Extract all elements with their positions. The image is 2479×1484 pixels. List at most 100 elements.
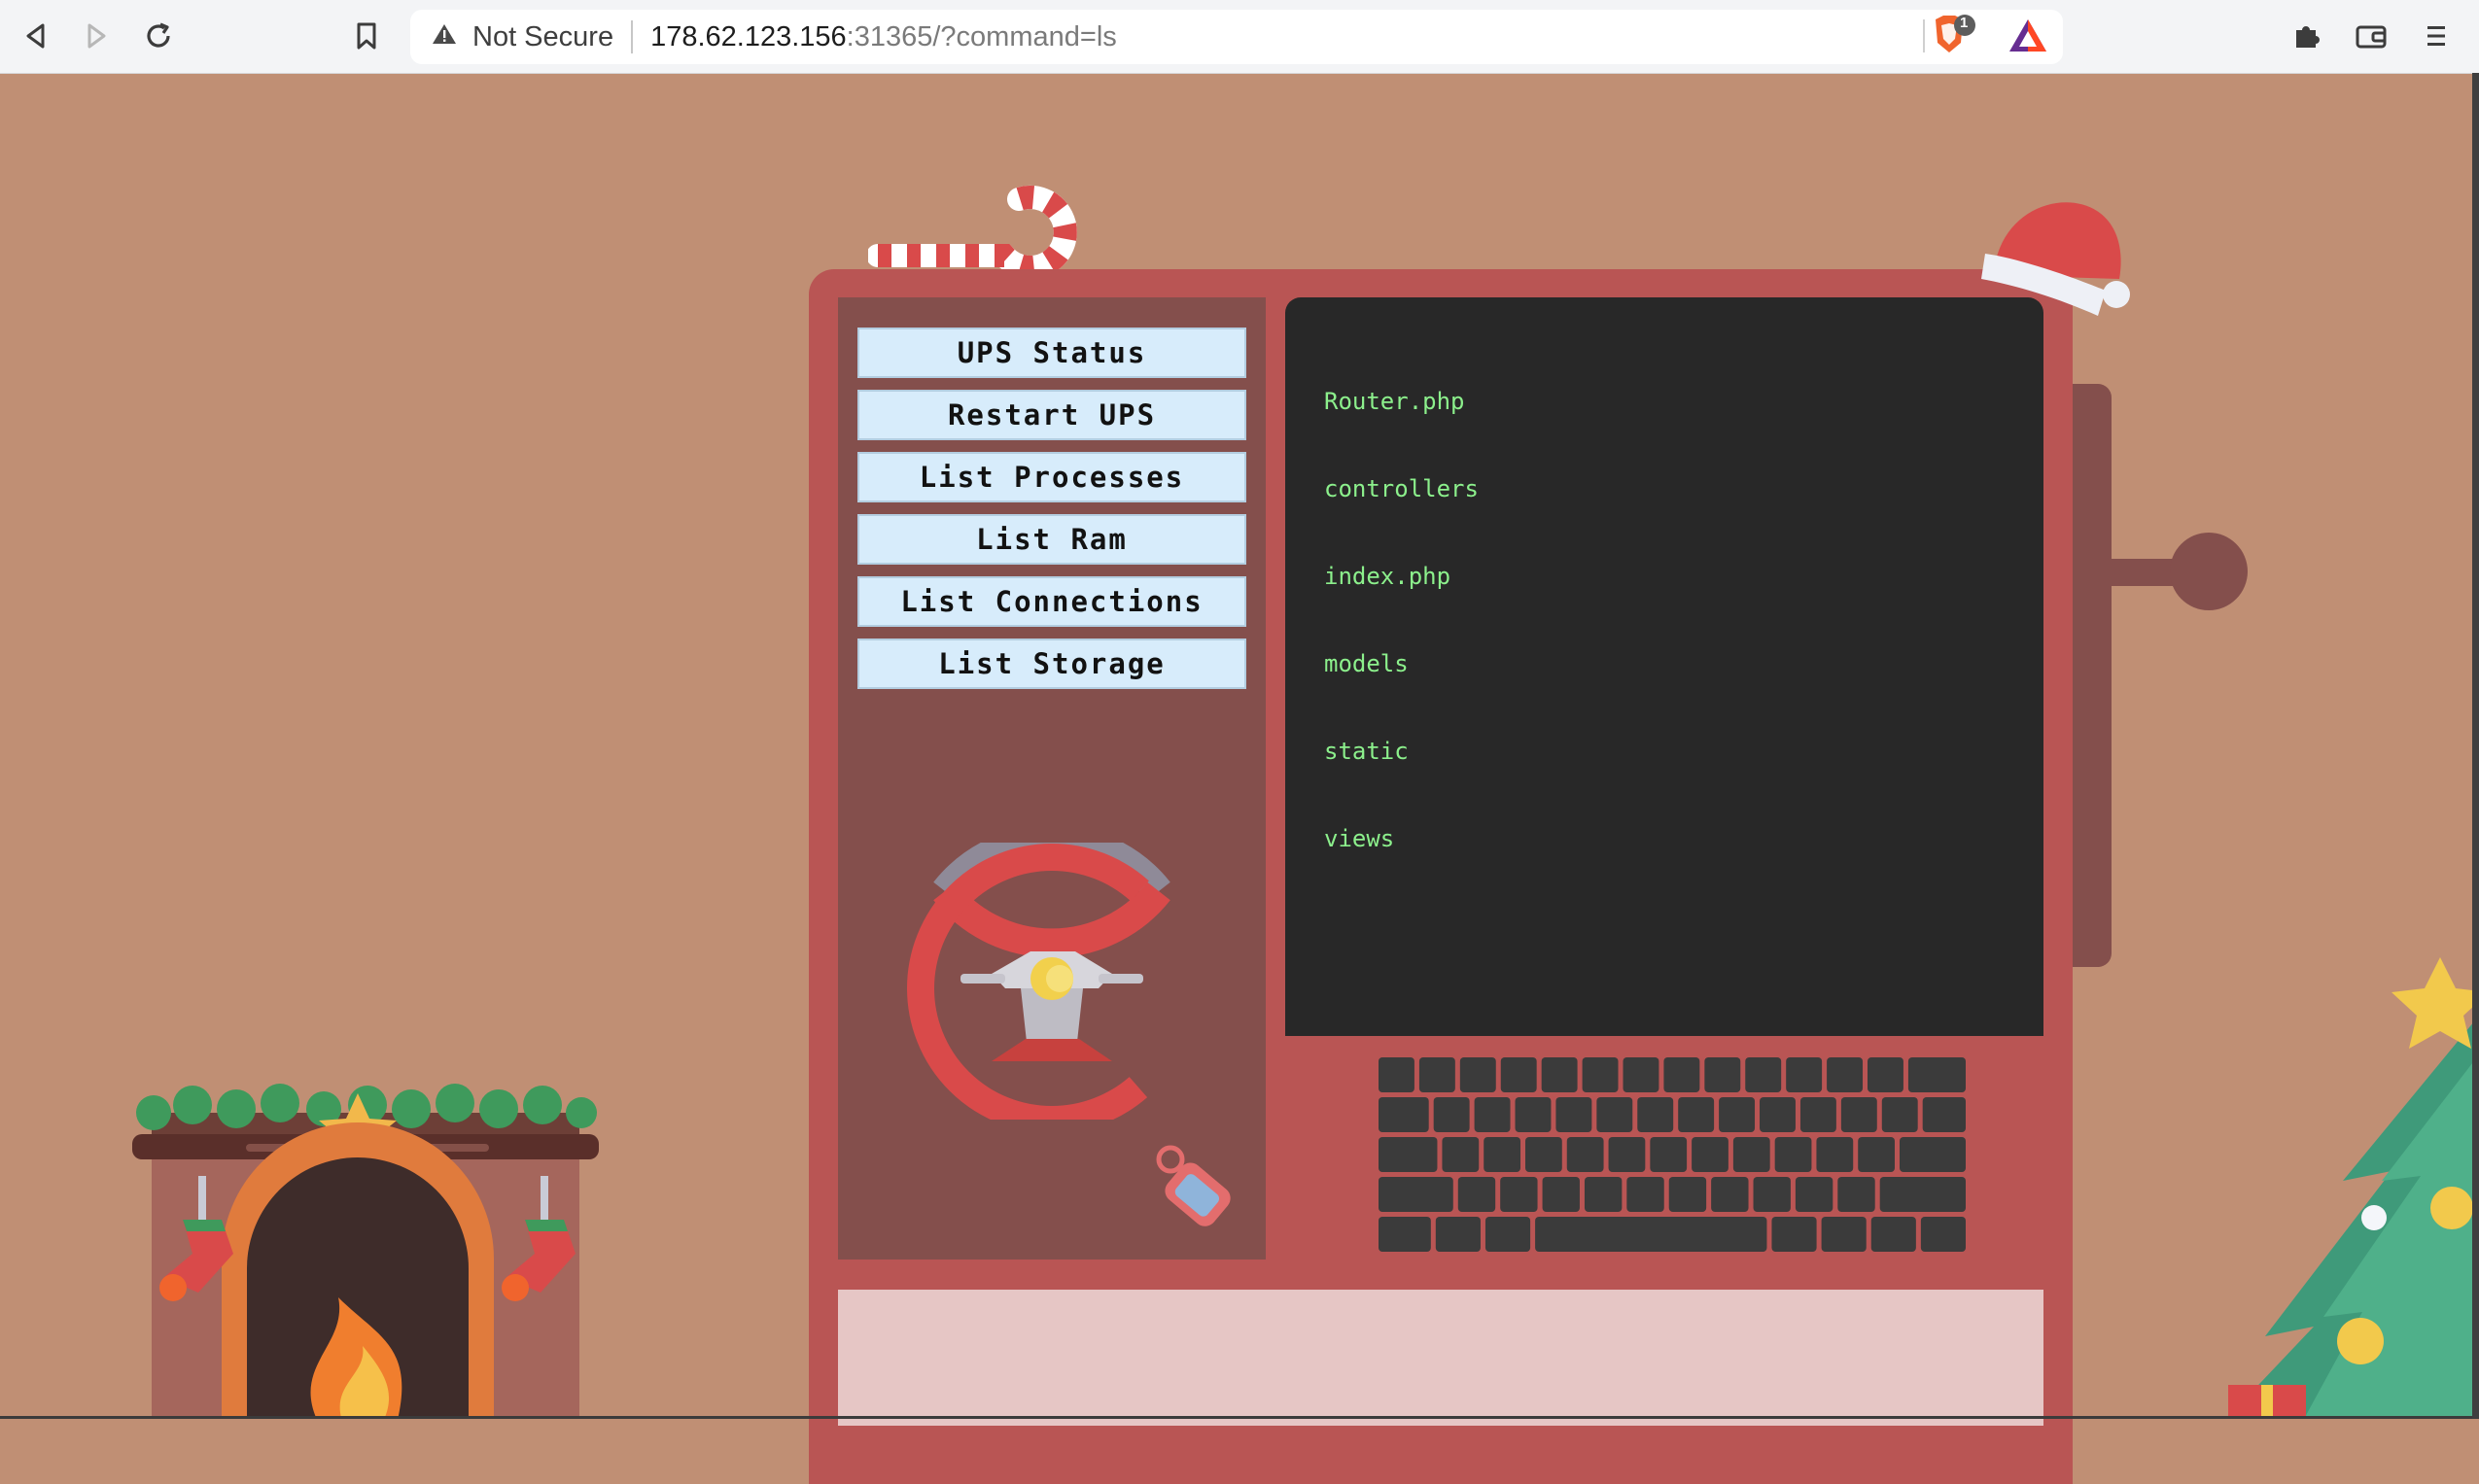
keyboard-key: [1760, 1097, 1796, 1132]
keyboard-key: [1433, 1097, 1470, 1132]
menu-icon[interactable]: [2412, 12, 2461, 60]
terminal-line: static: [1324, 738, 1409, 765]
keyboard-key: [1623, 1057, 1659, 1092]
scrollbar[interactable]: [2472, 73, 2479, 1419]
keyboard-key: [1745, 1057, 1782, 1092]
keyboard-key: [1922, 1097, 1966, 1132]
keyboard-key: [1692, 1137, 1728, 1172]
terminal-line: views: [1324, 825, 1395, 852]
keyboard-key: [1582, 1057, 1619, 1092]
keyboard-key: [1541, 1057, 1578, 1092]
keyboard-key: [1525, 1137, 1562, 1172]
christmas-tree-icon: [2226, 957, 2479, 1419]
keyboard-key: [1608, 1137, 1646, 1172]
keyboard-key: [1795, 1177, 1833, 1212]
keyboard-key: [1837, 1177, 1875, 1212]
candy-cane-icon: [868, 186, 1077, 277]
steering-wheel-icon: [907, 843, 1197, 1120]
keyboard-key: [1827, 1057, 1864, 1092]
terminal-line: Router.php: [1324, 388, 1465, 415]
forward-arrow-icon[interactable]: [72, 12, 121, 60]
keyboard-key: [1881, 1097, 1918, 1132]
wallet-icon[interactable]: [2347, 12, 2395, 60]
list-connections-button[interactable]: List Connections: [857, 576, 1246, 627]
terminal-output: Router.php controllers index.php models …: [1324, 328, 1479, 912]
keyboard-key: [1584, 1177, 1623, 1212]
keyboard-key: [1515, 1097, 1552, 1132]
keyboard-key: [1771, 1217, 1817, 1252]
keyboard-key: [1637, 1097, 1674, 1132]
keyboard-key: [1379, 1137, 1438, 1172]
keyboard-key: [1786, 1057, 1823, 1092]
keyboard-key: [1418, 1057, 1455, 1092]
keyboard-key: [1596, 1097, 1633, 1132]
url-host: 178.62.123.156: [650, 20, 847, 52]
terminal-line: controllers: [1324, 475, 1479, 502]
warning-icon: [432, 22, 457, 52]
fireplace-icon: [132, 1084, 599, 1419]
back-arrow-icon[interactable]: [12, 12, 60, 60]
keychain-icon: [1156, 1145, 1231, 1226]
keyboard-key: [1379, 1057, 1414, 1092]
keyboard-key: [1474, 1097, 1511, 1132]
keyboard-key: [1542, 1177, 1580, 1212]
keyboard-key: [1870, 1217, 1916, 1252]
keyboard-key: [1500, 1057, 1537, 1092]
url-divider: [631, 20, 634, 53]
lever-knob[interactable]: [2170, 533, 2248, 610]
keyboard-key: [1711, 1177, 1749, 1212]
list-storage-button[interactable]: List Storage: [857, 638, 1246, 689]
keyboard-key: [1900, 1137, 1966, 1172]
keyboard-key: [1535, 1217, 1767, 1252]
list-ram-button[interactable]: List Ram: [857, 514, 1246, 565]
keyboard-key: [1663, 1057, 1700, 1092]
keyboard-key: [1500, 1177, 1538, 1212]
keyboard-key: [1457, 1177, 1496, 1212]
keyboard-key: [1379, 1177, 1453, 1212]
keyboard-key: [1484, 1217, 1531, 1252]
keyboard-key: [1626, 1177, 1664, 1212]
keyboard-key: [1668, 1177, 1707, 1212]
keyboard-key: [1732, 1137, 1770, 1172]
keyboard-key: [1907, 1057, 1966, 1092]
keyboard-key: [1920, 1217, 1966, 1252]
reload-icon[interactable]: [134, 12, 183, 60]
keyboard-key: [1459, 1057, 1496, 1092]
keyboard-key: [1379, 1217, 1431, 1252]
keyboard-key: [1379, 1097, 1429, 1132]
browser-toolbar: Not Secure 178.62.123.156:31365/?command…: [0, 0, 2479, 74]
keyboard-key: [1868, 1057, 1903, 1092]
puzzle-icon[interactable]: [2282, 12, 2330, 60]
keyboard-key: [1799, 1097, 1836, 1132]
keyboard-key: [1840, 1097, 1877, 1132]
url-path: :31365/?command=ls: [846, 20, 1117, 52]
keyboard-key: [1753, 1177, 1791, 1212]
bookmark-icon[interactable]: [342, 12, 391, 60]
keyboard-key: [1879, 1177, 1966, 1212]
brave-shield-icon[interactable]: 1: [1930, 14, 1976, 58]
security-label[interactable]: Not Secure: [472, 21, 613, 53]
terminal-line: index.php: [1324, 563, 1451, 590]
keyboard-key: [1566, 1137, 1604, 1172]
keyboard-key: [1484, 1137, 1520, 1172]
keyboard-key: [1442, 1137, 1480, 1172]
keyboard-key: [1555, 1097, 1592, 1132]
keyboard-key: [1704, 1057, 1741, 1092]
keyboard-key: [1821, 1217, 1867, 1252]
keyboard-key: [1858, 1137, 1895, 1172]
ups-status-button[interactable]: UPS Status: [857, 328, 1246, 378]
keyboard-key: [1774, 1137, 1812, 1172]
keyboard-key: [1435, 1217, 1481, 1252]
restart-ups-button[interactable]: Restart UPS: [857, 390, 1246, 440]
machine-side-bar: [2069, 384, 2112, 967]
keyboard-key: [1719, 1097, 1756, 1132]
keyboard-key: [1650, 1137, 1688, 1172]
toolbar-divider: [1923, 19, 1925, 52]
keyboard-key: [1816, 1137, 1854, 1172]
output-paper: [838, 1290, 2043, 1426]
brave-rewards-icon[interactable]: [2008, 17, 2048, 54]
address-bar[interactable]: Not Secure 178.62.123.156:31365/?command…: [410, 10, 2063, 64]
terminal-screen: Router.php controllers index.php models …: [1285, 297, 2043, 1036]
list-processes-button[interactable]: List Processes: [857, 452, 1246, 502]
keyboard-key: [1678, 1097, 1715, 1132]
